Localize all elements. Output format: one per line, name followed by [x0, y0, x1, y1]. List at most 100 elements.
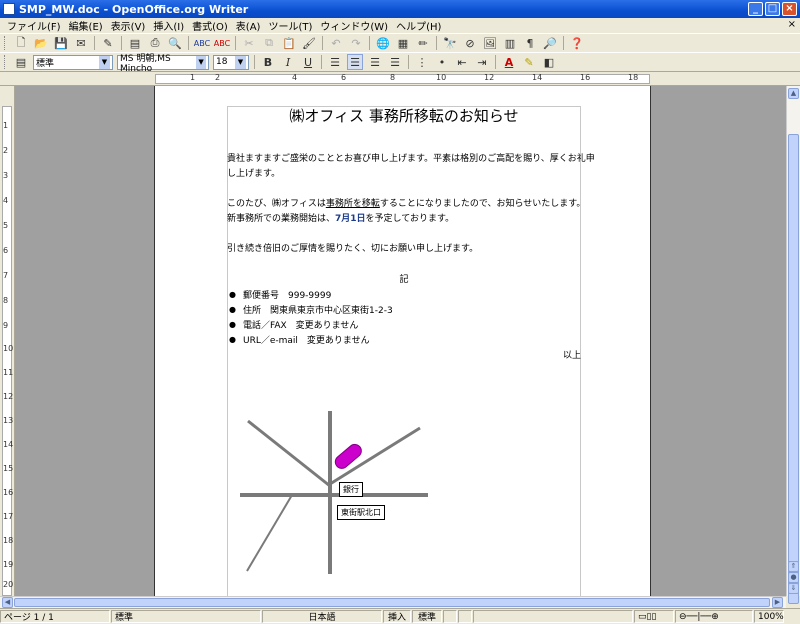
copy-icon[interactable]: ⧉ [261, 35, 277, 51]
menu-format[interactable]: 書式(O) [188, 18, 232, 33]
align-right-icon[interactable]: ☰ [367, 54, 383, 70]
document-page[interactable]: ㈱オフィス 事務所移転のお知らせ 貴社ますますご盛栄のこととお喜び申し上げます。… [154, 86, 651, 596]
bullets-icon[interactable]: • [434, 54, 450, 70]
hyperlink-icon[interactable]: 🌐 [375, 35, 391, 51]
bullet-icon: ● [229, 320, 236, 329]
insert-mode-indicator[interactable]: 挿入 [383, 610, 411, 623]
ijou-closing[interactable]: 以上 [547, 348, 581, 361]
list-item: ● URL／e-mail 変更ありません [227, 332, 487, 347]
menu-table[interactable]: 表(A) [232, 18, 265, 33]
horizontal-ruler[interactable]: 1 2 4 6 8 10 12 14 16 18 [0, 72, 800, 86]
nonprinting-chars-icon[interactable]: ¶ [522, 35, 538, 51]
italic-icon[interactable]: I [280, 54, 296, 70]
scrollbar-thumb[interactable] [788, 134, 799, 604]
toolbar-grip[interactable] [4, 36, 7, 50]
document-title[interactable]: ㈱オフィス 事務所移転のお知らせ [227, 105, 581, 126]
redo-icon[interactable]: ↷ [348, 35, 364, 51]
menu-edit[interactable]: 編集(E) [65, 18, 107, 33]
vertical-scrollbar[interactable]: ▲ ⇑ ● ⇓ [786, 86, 800, 604]
page-preview-icon[interactable]: 🔍 [167, 35, 183, 51]
gallery-icon[interactable]: 🖼 [482, 35, 498, 51]
paste-icon[interactable]: 📋 [281, 35, 297, 51]
paragraph-style-select[interactable]: 標準 ▼ [33, 54, 113, 70]
language-indicator[interactable]: 日本語 [262, 610, 382, 623]
menu-bar: ファイル(F) 編集(E) 表示(V) 挿入(I) 書式(O) 表(A) ツール… [0, 18, 800, 33]
underline-icon[interactable]: U [300, 54, 316, 70]
data-sources-icon[interactable]: ▥ [502, 35, 518, 51]
export-pdf-icon[interactable]: ▤ [127, 35, 143, 51]
find-replace-icon[interactable]: 🔭 [442, 35, 458, 51]
page-indicator[interactable]: ページ 1 / 1 [0, 610, 110, 623]
cut-icon[interactable]: ✂ [241, 35, 257, 51]
font-color-icon[interactable]: A [501, 54, 517, 70]
horizontal-scrollbar[interactable]: ◀ ▶ [0, 596, 786, 608]
zoom-icon[interactable]: 🔎 [542, 35, 558, 51]
next-page-icon[interactable]: ⇓ [788, 583, 799, 594]
toolbar-grip[interactable] [4, 55, 7, 69]
ki-heading[interactable]: 記 [227, 272, 581, 285]
close-document-icon[interactable]: × [788, 19, 796, 30]
menu-file[interactable]: ファイル(F) [3, 18, 65, 33]
font-name-select[interactable]: MS 明朝,MS Mincho ▼ [117, 54, 209, 74]
bold-icon[interactable]: B [260, 54, 276, 70]
separator [235, 36, 236, 50]
scroll-up-icon[interactable]: ▲ [788, 88, 799, 99]
page-style-indicator[interactable]: 標準 [111, 610, 261, 623]
bullet-list[interactable]: ● 郵便番号 999-9999 ● 住所 関東県東京市中心区東街1-2-3 ● 電話／… [227, 287, 487, 347]
menu-insert[interactable]: 挿入(I) [149, 18, 188, 33]
undo-icon[interactable]: ↶ [328, 35, 344, 51]
navigation-icon[interactable]: ● [788, 572, 799, 583]
paragraph-closing[interactable]: 引き続き倍旧のご厚情を賜りたく、切にお願い申し上げます。 [227, 242, 587, 257]
paragraph-notice[interactable]: このたび、㈱オフィスは事務所を移転することになりましたので、お知らせいたします。… [227, 197, 587, 227]
align-center-icon[interactable]: ☰ [347, 54, 363, 70]
menu-help[interactable]: ヘルプ(H) [392, 18, 445, 33]
view-layout-icon[interactable]: ▭▯▯ [634, 610, 674, 623]
help-icon[interactable]: ❓ [569, 35, 585, 51]
previous-page-icon[interactable]: ⇑ [788, 561, 799, 572]
justify-icon[interactable]: ☰ [387, 54, 403, 70]
minimize-button[interactable]: _ [748, 2, 763, 16]
styles-formatting-icon[interactable]: ▤ [13, 54, 29, 70]
zoom-level[interactable]: 100% [754, 610, 784, 623]
align-left-icon[interactable]: ☰ [327, 54, 343, 70]
autospellcheck-icon[interactable]: ABC [214, 35, 230, 51]
chevron-down-icon[interactable]: ▼ [196, 55, 206, 69]
edit-file-icon[interactable]: ✎ [100, 35, 116, 51]
new-document-icon[interactable]: 🗋 [13, 35, 29, 51]
font-size-select[interactable]: 18 ▼ [213, 54, 249, 70]
maximize-button[interactable]: □ [765, 2, 780, 16]
print-icon[interactable]: ⎙ [147, 35, 163, 51]
email-icon[interactable]: ✉ [73, 35, 89, 51]
menu-view[interactable]: 表示(V) [107, 18, 150, 33]
zoom-slider[interactable]: ⊖──|──⊕ [675, 610, 753, 623]
navigator-icon[interactable]: ⊘ [462, 35, 478, 51]
close-button[interactable]: × [782, 2, 797, 16]
scroll-right-icon[interactable]: ▶ [772, 597, 783, 608]
vertical-ruler[interactable]: 1 2 3 4 5 6 7 8 9 10 11 12 13 14 15 16 1… [0, 86, 15, 596]
document-canvas[interactable]: ㈱オフィス 事務所移転のお知らせ 貴社ますますご盛栄のこととお喜び申し上げます。… [15, 86, 786, 596]
chevron-down-icon[interactable]: ▼ [235, 55, 246, 69]
highlight-icon[interactable]: ✎ [521, 54, 537, 70]
signature-indicator [458, 610, 472, 623]
location-map[interactable]: 銀行 東街駅北口 [235, 406, 475, 576]
increase-indent-icon[interactable]: ⇥ [474, 54, 490, 70]
numbering-icon[interactable]: ⋮ [414, 54, 430, 70]
ruler-mark: 11 [3, 368, 14, 377]
open-folder-icon[interactable]: 📂 [33, 35, 49, 51]
decrease-indent-icon[interactable]: ⇤ [454, 54, 470, 70]
background-color-icon[interactable]: ◧ [541, 54, 557, 70]
title-bar: SMP_MW.doc - OpenOffice.org Writer _ □ × [0, 0, 800, 18]
scroll-left-icon[interactable]: ◀ [2, 597, 13, 608]
menu-tools[interactable]: ツール(T) [264, 18, 316, 33]
chevron-down-icon[interactable]: ▼ [99, 55, 110, 69]
spellcheck-icon[interactable]: ABC [194, 35, 210, 51]
selection-mode-indicator[interactable]: 標準 [412, 610, 442, 623]
show-draw-functions-icon[interactable]: ✏ [415, 35, 431, 51]
scrollbar-thumb[interactable] [14, 598, 770, 607]
ruler-mark: 6 [3, 246, 9, 255]
format-paintbrush-icon[interactable]: 🖌 [301, 35, 317, 51]
save-icon[interactable]: 💾 [53, 35, 69, 51]
menu-window[interactable]: ウィンドウ(W) [316, 18, 392, 33]
paragraph-greeting[interactable]: 貴社ますますご盛栄のこととお喜び申し上げます。平素は格別のご高配を賜り、厚くお礼… [227, 152, 595, 182]
table-icon[interactable]: ▦ [395, 35, 411, 51]
